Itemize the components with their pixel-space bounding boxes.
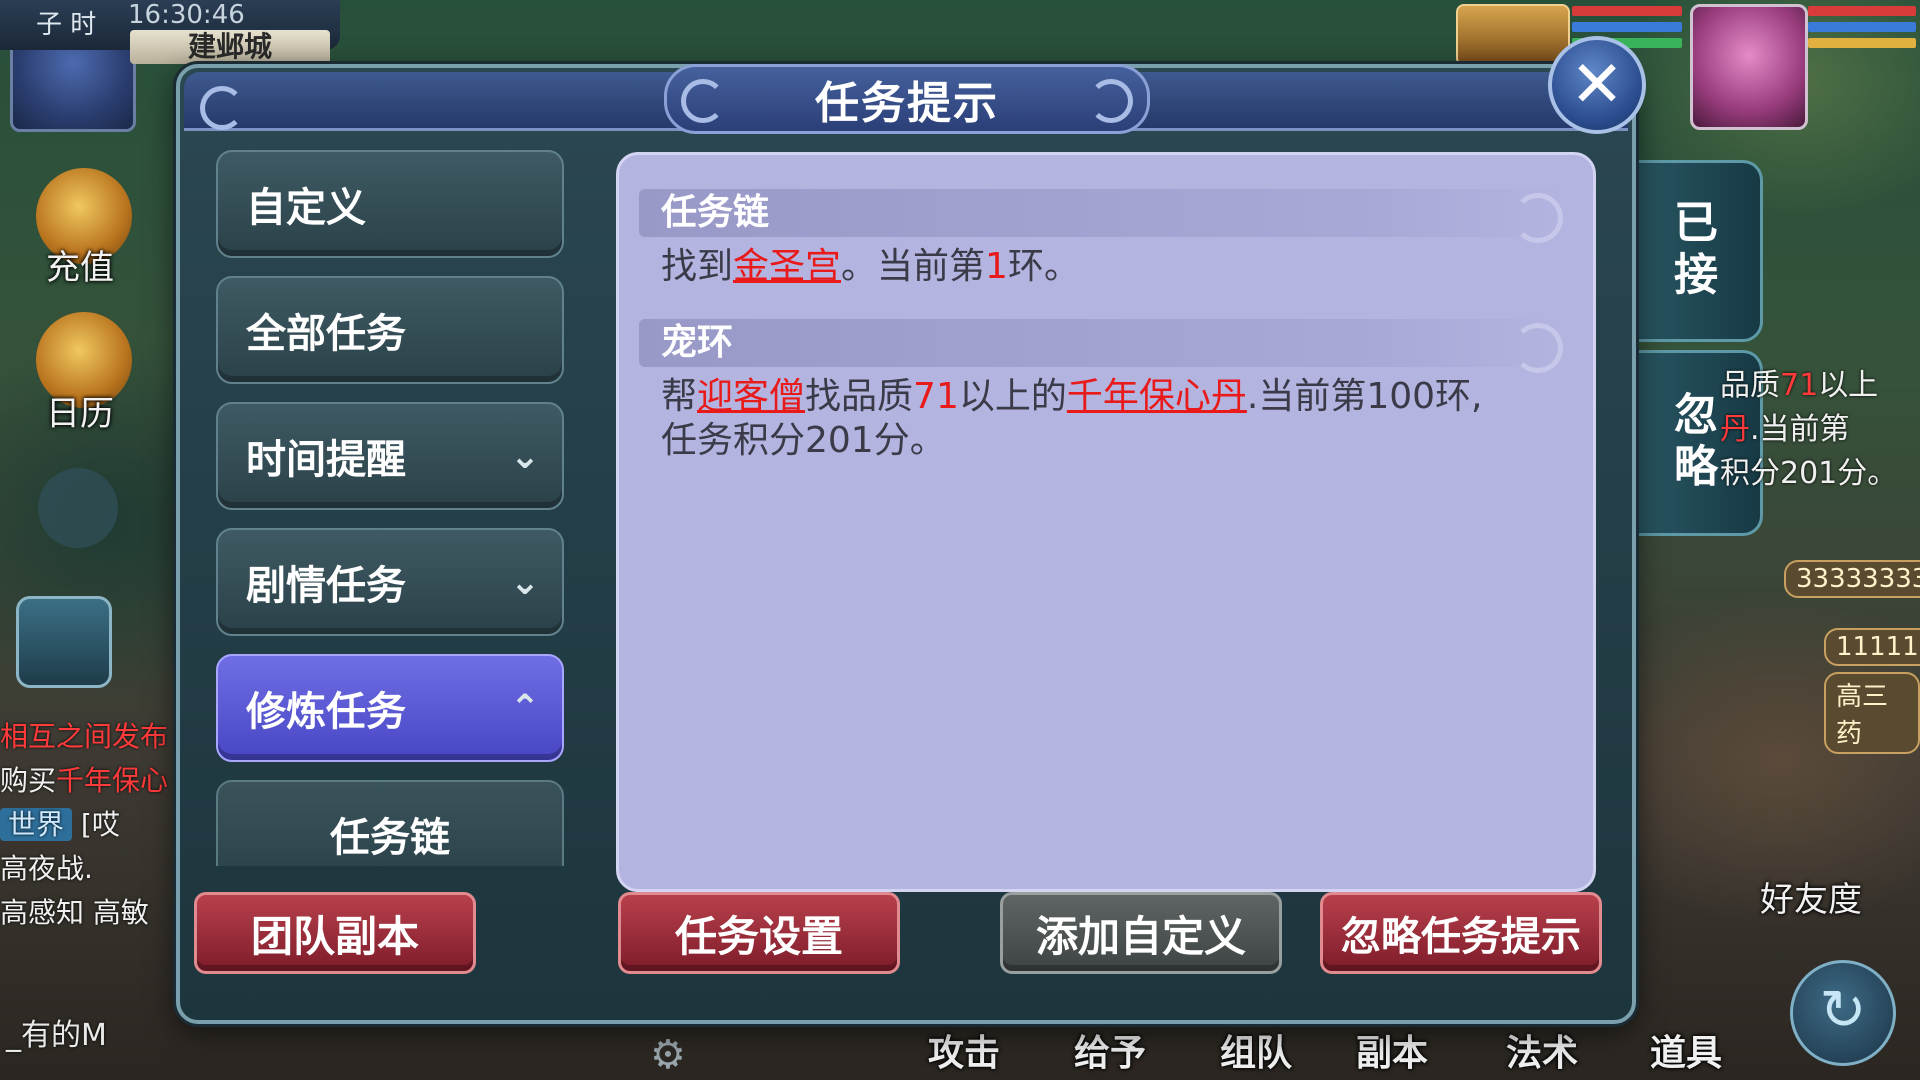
chat-bubble-icon[interactable] (16, 596, 112, 688)
items-button[interactable]: 道具 (1650, 1024, 1722, 1076)
pet-portrait[interactable] (1456, 4, 1570, 66)
clock-label: 16:30:46 (128, 0, 245, 30)
task-tracker-preview[interactable]: 品质71以上 丹.当前第 积分201分。 (1720, 360, 1920, 492)
npc-link[interactable]: 迎客僧 (697, 376, 805, 417)
category-custom[interactable]: 自定义 (216, 150, 564, 258)
chat-line: 世界 [哎 (0, 803, 180, 847)
attack-button[interactable]: 攻击 (928, 1024, 1000, 1076)
add-custom-button[interactable]: 添加自定义 (1000, 892, 1282, 974)
item-link[interactable]: 千年保心丹 (1067, 376, 1247, 417)
dialog-title-plate: 任务提示 (664, 64, 1150, 134)
category-story-tasks[interactable]: 剧情任务 ⌄ (216, 528, 564, 636)
chat-log[interactable]: 相互之间发布 购买千年保心 世界 [哎 高夜战. 高感知 高敏 (0, 715, 180, 935)
task-settings-button[interactable]: 任务设置 (618, 892, 900, 974)
world-channel-tag: 世界 (0, 808, 73, 841)
npc-link[interactable]: 金圣宫 (733, 246, 841, 287)
close-icon[interactable]: ✕ (1548, 36, 1646, 134)
refresh-icon[interactable]: ↻ (1790, 960, 1896, 1066)
player-hp-bar (1808, 6, 1916, 16)
task-detail-panel: 任务链 找到金圣宫。当前第1环。 宠环 帮迎客僧找品质71以上的千年保心丹.当前… (616, 152, 1596, 892)
chat-bottom-text: _有的M (6, 1018, 107, 1053)
time-period-label: 子 时 (36, 10, 97, 40)
recharge-label[interactable]: 充值 (46, 240, 114, 289)
skill-button[interactable]: 法术 (1506, 1024, 1578, 1076)
calendar-label[interactable]: 日历 (46, 386, 114, 435)
task-hint-dialog: 任务提示 自定义 全部任务 时间提醒 ⌄ 剧情任务 ⌄ 修炼任务 ⌃ 任务链 任… (176, 64, 1636, 1024)
ornament-icon (200, 86, 244, 130)
task-chain-description: 找到金圣宫。当前第1环。 (661, 246, 1080, 287)
pet-ring-description: 帮迎客僧找品质71以上的千年保心丹.当前第100环, 任务积分201分。 (661, 376, 1483, 461)
player-avatar[interactable] (1690, 4, 1808, 130)
player-name-badge[interactable]: 333333333 (1784, 560, 1920, 598)
give-button[interactable]: 给予 (1074, 1024, 1146, 1076)
category-all-tasks[interactable]: 全部任务 (216, 276, 564, 384)
section-heading: 宠环 (639, 319, 1569, 373)
task-category-list: 自定义 全部任务 时间提醒 ⌄ 剧情任务 ⌄ 修炼任务 ⌃ 任务链 (216, 150, 568, 866)
category-training-tasks[interactable]: 修炼任务 ⌃ (216, 654, 564, 762)
subcategory-task-chain[interactable]: 任务链 (216, 780, 564, 866)
swirl-ornament-icon (1513, 323, 1563, 373)
dungeon-button[interactable]: 副本 (1356, 1024, 1428, 1076)
gear-icon[interactable]: ⚙ (650, 1032, 686, 1078)
ornament-icon (681, 79, 725, 123)
chat-line: 购买千年保心 (0, 764, 169, 797)
category-time-reminder[interactable]: 时间提醒 ⌄ (216, 402, 564, 510)
chevron-up-icon: ⌃ (509, 687, 540, 729)
chat-line: 相互之间发布 (0, 720, 169, 753)
section-heading: 任务链 (639, 189, 1569, 243)
city-name-label[interactable]: 建邺城 (130, 30, 330, 64)
dialog-header: 任务提示 (184, 64, 1628, 134)
chevron-down-icon: ⌄ (509, 435, 540, 477)
chevron-down-icon: ⌄ (509, 561, 540, 603)
pet-mp-bar (1572, 22, 1682, 32)
friends-label[interactable]: 好友度 (1760, 872, 1862, 921)
player-name-badge[interactable]: 高三药 (1824, 672, 1920, 754)
swirl-ornament-icon (1513, 193, 1563, 243)
chat-line: 高感知 高敏 (0, 896, 149, 929)
collapse-up-icon[interactable] (38, 468, 118, 548)
chat-line: 高夜战. (0, 852, 93, 885)
player-name-badge[interactable]: 111111 (1824, 628, 1920, 666)
ignore-task-tips-button[interactable]: 忽略任务提示 (1320, 892, 1602, 974)
team-button[interactable]: 组队 (1220, 1024, 1292, 1076)
player-mp-bar (1808, 22, 1916, 32)
player-anger-bar (1808, 38, 1916, 48)
dialog-title: 任务提示 (815, 78, 999, 129)
pet-hp-bar (1572, 6, 1682, 16)
team-dungeon-button[interactable]: 团队副本 (194, 892, 476, 974)
tab-accepted[interactable]: 已接 (1622, 160, 1763, 342)
ornament-icon (1089, 79, 1133, 123)
